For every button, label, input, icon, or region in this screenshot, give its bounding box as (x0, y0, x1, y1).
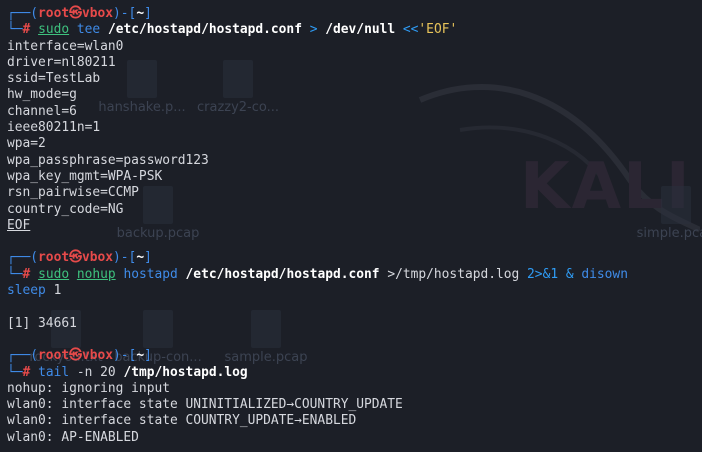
config-line: driver=nl80211 (7, 54, 116, 70)
config-line: wpa_passphrase=password123 (7, 152, 209, 168)
desktop: KALI hanshake.p... crazzy2-co... backup.… (0, 0, 702, 452)
config-line: channel=6 (7, 103, 77, 119)
log-line: nohup: ignoring input (7, 380, 170, 396)
config-line: interface=wlan0 (7, 38, 124, 54)
command-line: └─# sudo nohup hostapd /etc/hostapd/host… (7, 266, 628, 282)
config-line: wpa_key_mgmt=WPA-PSK (7, 168, 163, 184)
config-line: hw_mode=g (7, 87, 77, 103)
terminal-window[interactable]: ┌──(root㉿vbox)-[~] └─# sudo tee /etc/hos… (0, 0, 702, 452)
config-line: wpa=2 (7, 136, 46, 152)
command-line: sleep 1 (7, 283, 62, 299)
command-line: └─# sudo tee /etc/hostapd/hostapd.conf >… (7, 22, 458, 38)
log-line: wlan0: interface state UNINITIALIZED→COU… (7, 397, 403, 413)
config-line: ssid=TestLab (7, 71, 101, 87)
job-output: [1] 34661 (7, 315, 77, 331)
prompt-line: ┌──(root㉿vbox)-[~] (7, 348, 152, 364)
heredoc-end: EOF (7, 217, 31, 233)
config-line: ieee80211n=1 (7, 120, 101, 136)
command-line: └─# tail -n 20 /tmp/hostapd.log (7, 364, 248, 380)
prompt-line: ┌──(root㉿vbox)-[~] (7, 250, 152, 266)
log-line: wlan0: AP-ENABLED (7, 429, 139, 445)
config-line: rsn_pairwise=CCMP (7, 185, 139, 201)
log-line: wlan0: interface state COUNTRY_UPDATE→EN… (7, 413, 357, 429)
prompt-line: ┌──(root㉿vbox)-[~] (7, 6, 152, 21)
config-line: country_code=NG (7, 201, 124, 217)
